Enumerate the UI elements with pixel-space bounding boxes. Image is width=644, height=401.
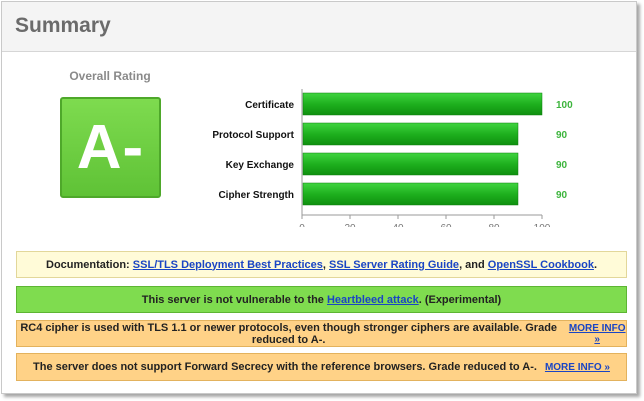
doc-suffix: . bbox=[593, 258, 597, 271]
x-tick-label: 60 bbox=[440, 223, 452, 227]
category-label: Cipher Strength bbox=[218, 190, 294, 201]
heartbleed-suffix: . (Experimental) bbox=[418, 293, 502, 306]
fs-more-info-link[interactable]: MORE INFO » bbox=[545, 362, 610, 373]
rating-guide-link[interactable]: SSL Server Rating Guide bbox=[329, 259, 459, 271]
category-label: Key Exchange bbox=[226, 160, 295, 171]
rc4-text: RC4 cipher is used with TLS 1.1 or newer… bbox=[20, 321, 558, 346]
summary-header: Summary bbox=[2, 2, 636, 52]
value-label: 90 bbox=[556, 130, 568, 141]
rc4-more-info-link[interactable]: MORE INFO » bbox=[568, 323, 626, 345]
value-label: 90 bbox=[556, 160, 568, 171]
doc-sep-1: , bbox=[322, 258, 326, 271]
grade-value: A- bbox=[76, 113, 145, 182]
grade-badge: A- bbox=[60, 97, 161, 198]
category-label: Protocol Support bbox=[212, 130, 294, 141]
x-tick-label: 0 bbox=[299, 223, 305, 227]
page-title: Summary bbox=[15, 14, 111, 37]
rc4-warning: RC4 cipher is used with TLS 1.1 or newer… bbox=[16, 320, 627, 347]
bar bbox=[302, 152, 519, 176]
category-label: Certificate bbox=[245, 100, 294, 111]
x-tick-label: 80 bbox=[488, 223, 500, 227]
value-label: 100 bbox=[556, 100, 573, 111]
fs-text: The server does not support Forward Secr… bbox=[33, 361, 537, 373]
bar bbox=[302, 92, 543, 116]
x-tick-label: 100 bbox=[534, 223, 551, 227]
doc-sep-2: , and bbox=[459, 258, 485, 271]
documentation-notice: Documentation: SSL/TLS Deployment Best P… bbox=[16, 251, 627, 278]
rating-bar-chart: Certificate 100 Protocol Support 90 Key Exch… bbox=[212, 89, 573, 227]
heartbleed-notice: This server is not vulnerable to the Hea… bbox=[16, 286, 627, 313]
overall-rating-label: Overall Rating bbox=[69, 69, 151, 83]
report-panel: Summary Overall Rating A- Certificate 100… bbox=[1, 1, 637, 394]
openssl-cookbook-link[interactable]: OpenSSL Cookbook bbox=[488, 259, 594, 271]
bar bbox=[302, 122, 519, 146]
forward-secrecy-warning: The server does not support Forward Secr… bbox=[16, 353, 627, 381]
value-label: 90 bbox=[556, 190, 568, 201]
doc-prefix: Documentation: bbox=[46, 258, 130, 271]
x-tick-label: 40 bbox=[392, 223, 404, 227]
bar bbox=[302, 182, 519, 206]
heartbleed-prefix: This server is not vulnerable to the bbox=[141, 293, 324, 306]
best-practices-link[interactable]: SSL/TLS Deployment Best Practices bbox=[133, 259, 323, 271]
x-tick-label: 20 bbox=[344, 223, 356, 227]
heartbleed-link[interactable]: Heartbleed attack bbox=[327, 294, 419, 306]
